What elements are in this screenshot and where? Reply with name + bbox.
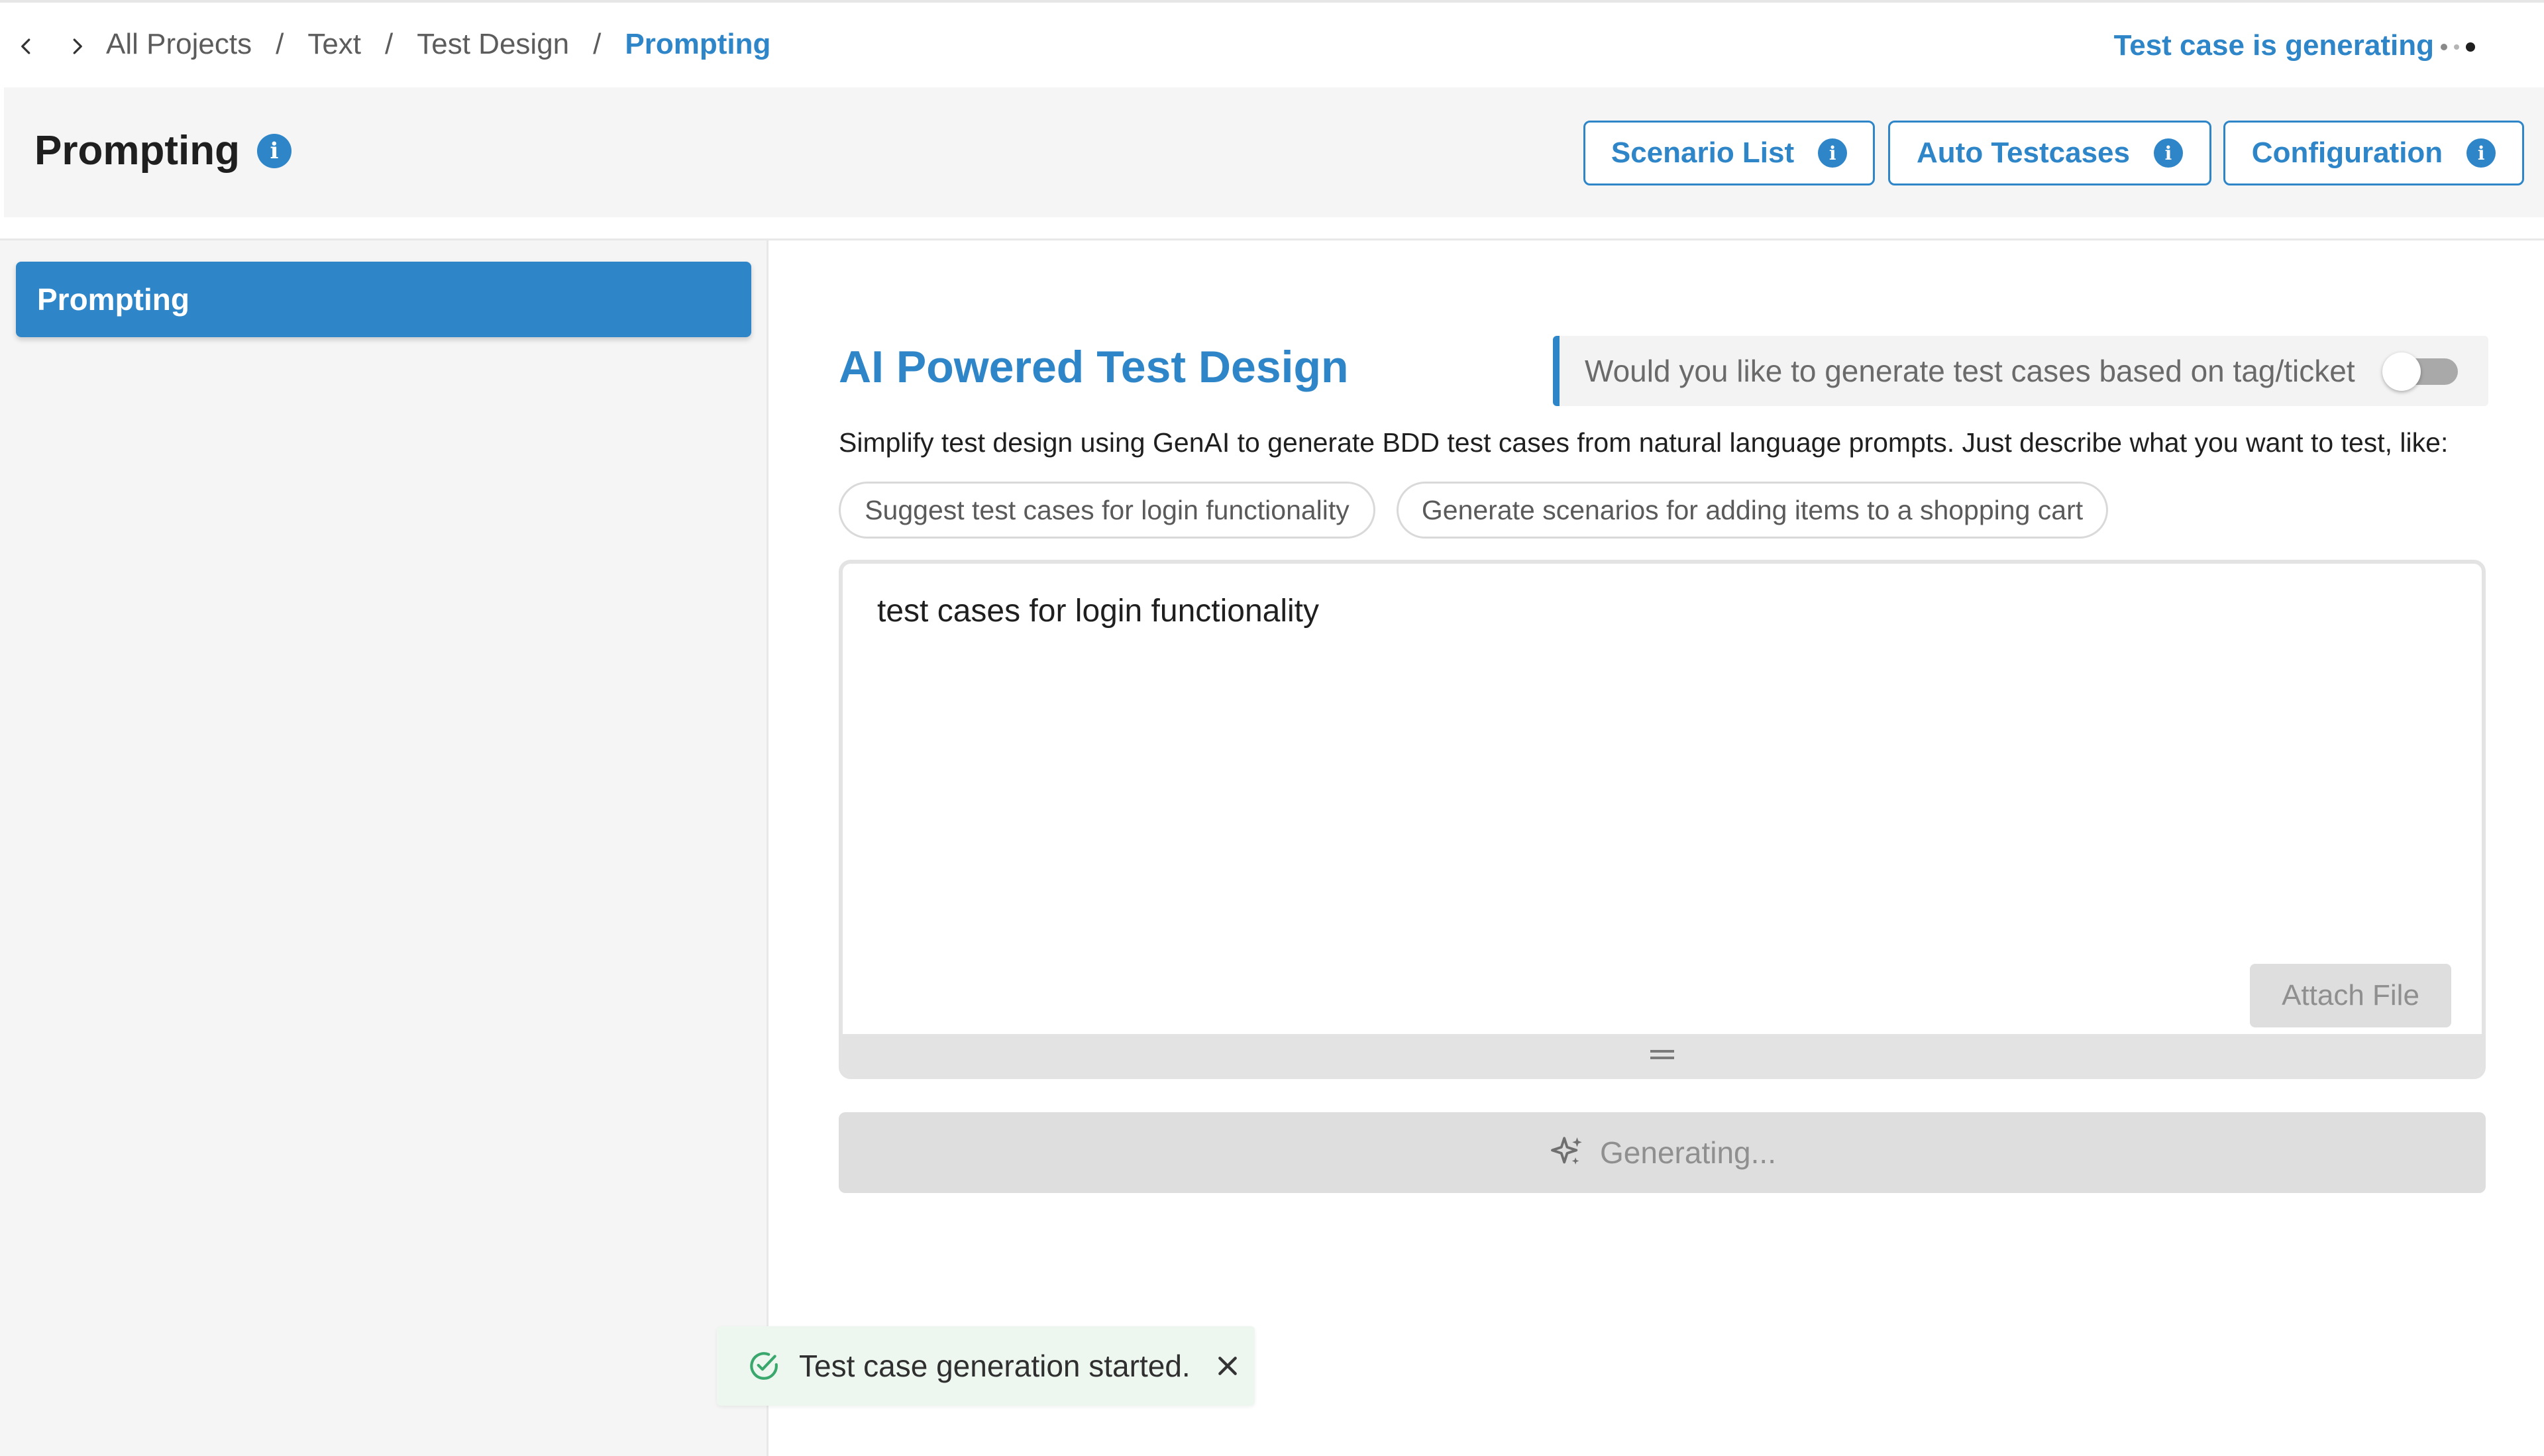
drag-handle-icon (1650, 1050, 1674, 1059)
page-header: Prompting i Scenario List i Auto Testcas… (4, 87, 2544, 217)
section-title: AI Powered Test Design (839, 342, 1349, 392)
info-icon: i (2153, 138, 2183, 168)
suggestion-chip-login[interactable]: Suggest test cases for login functionali… (839, 482, 1375, 539)
main-panel: AI Powered Test Design Would you like to… (768, 238, 2544, 1456)
resize-handle[interactable] (843, 1034, 2482, 1075)
breadcrumb-current: Prompting (625, 28, 771, 60)
sparkle-icon (1551, 1137, 1582, 1165)
breadcrumb: All Projects / Text / Test Design / Prom… (106, 28, 771, 61)
configuration-button[interactable]: Configuration i (2223, 121, 2524, 185)
tag-ticket-toggle[interactable] (2382, 352, 2458, 391)
forward-icon[interactable] (64, 26, 90, 66)
page-title: Prompting i (34, 127, 292, 174)
toggle-knob (2382, 352, 2421, 391)
suggestion-chip-shopping-cart[interactable]: Generate scenarios for adding items to a… (1397, 482, 2108, 539)
sidebar-item-prompting[interactable]: Prompting (16, 262, 751, 337)
info-icon: i (2466, 138, 2496, 168)
loading-dots-icon (2441, 37, 2494, 57)
back-icon[interactable] (13, 26, 40, 66)
breadcrumb-text[interactable]: Text (307, 28, 361, 61)
breadcrumb-test-design[interactable]: Test Design (417, 28, 569, 61)
info-icon[interactable]: i (256, 133, 292, 168)
description-text: Simplify test design using GenAI to gene… (839, 427, 2449, 458)
prompt-input-value: test cases for login functionality (877, 594, 1320, 629)
top-bar: All Projects / Text / Test Design / Prom… (0, 0, 2544, 87)
toast-message: Test case generation started. (799, 1349, 1191, 1383)
tag-ticket-label: Would you like to generate test cases ba… (1585, 354, 2355, 388)
auto-testcases-button[interactable]: Auto Testcases i (1888, 121, 2211, 185)
close-icon[interactable] (1214, 1353, 1241, 1379)
toast-notification: Test case generation started. (717, 1326, 1255, 1406)
generate-button[interactable]: Generating... (839, 1112, 2486, 1193)
info-icon: i (1818, 138, 1848, 168)
breadcrumb-all-projects[interactable]: All Projects (106, 28, 252, 61)
scenario-list-button[interactable]: Scenario List i (1583, 121, 1875, 185)
attach-file-button[interactable]: Attach File (2250, 964, 2451, 1027)
tag-ticket-option: Would you like to generate test cases ba… (1553, 336, 2488, 406)
success-check-icon (750, 1352, 778, 1380)
prompt-input[interactable]: test cases for login functionality Attac… (839, 560, 2486, 1079)
sidebar: Prompting (0, 238, 768, 1456)
generating-status[interactable]: Test case is generating (2114, 29, 2434, 62)
